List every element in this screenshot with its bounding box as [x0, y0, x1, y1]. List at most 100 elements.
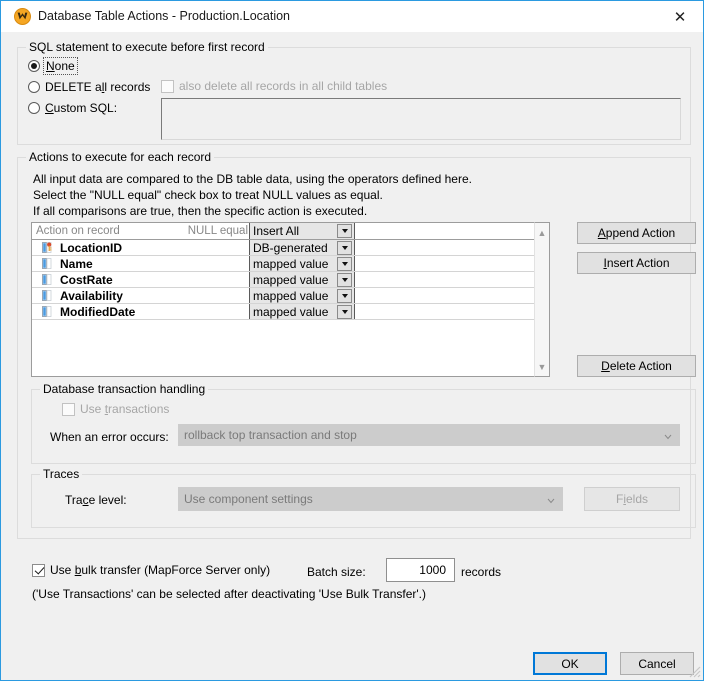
- traces-group: Traces Trace level: Use component settin…: [31, 467, 696, 528]
- title-bar: Database Table Actions - Production.Loca…: [1, 1, 703, 32]
- chevron-down-icon[interactable]: [337, 288, 352, 303]
- column-header-action-on-record[interactable]: Action on record: [32, 223, 160, 239]
- row-filler: [355, 272, 534, 287]
- delete-action-label: Delete Action: [601, 359, 672, 373]
- row-action-value: mapped value: [253, 288, 329, 303]
- error-handling-value: rollback top transaction and stop: [184, 428, 357, 442]
- actions-group-title: Actions to execute for each record: [26, 150, 215, 164]
- table-row[interactable]: Name mapped value: [32, 256, 534, 272]
- row-action-value: mapped value: [253, 272, 329, 287]
- row-column-name: Name: [60, 256, 93, 271]
- insert-action-button[interactable]: Insert Action: [577, 252, 696, 274]
- close-icon[interactable]: ✕: [663, 5, 697, 29]
- row-filler: [355, 256, 534, 271]
- trace-level-select[interactable]: Use component settings: [178, 487, 563, 511]
- error-handling-select[interactable]: rollback top transaction and stop: [178, 424, 680, 446]
- row-filler: [355, 240, 534, 255]
- window-title: Database Table Actions - Production.Loca…: [38, 9, 291, 23]
- chevron-down-icon[interactable]: [337, 272, 352, 287]
- scroll-down-icon[interactable]: ▼: [535, 359, 549, 374]
- batch-size-label: Batch size:: [307, 565, 366, 579]
- row-column-name-cell[interactable]: CostRate: [32, 272, 250, 287]
- row-action-select[interactable]: mapped value: [250, 288, 355, 303]
- row-filler: [355, 288, 534, 303]
- resize-grip-icon[interactable]: [689, 666, 701, 678]
- radio-none-label: None: [43, 57, 78, 75]
- radio-delete-all-records-label: DELETE all records: [45, 80, 151, 94]
- row-column-name-cell[interactable]: Availability: [32, 288, 250, 303]
- radio-custom-sql-indicator: [28, 102, 40, 114]
- checkbox-use-bulk-transfer-indicator: [32, 563, 45, 577]
- table-row[interactable]: Availability mapped value: [32, 288, 534, 304]
- radio-none-indicator: [28, 60, 40, 72]
- chevron-down-icon[interactable]: [337, 304, 352, 319]
- radio-none[interactable]: None: [28, 57, 78, 75]
- checkbox-also-delete-child-tables-label: also delete all records in all child tab…: [179, 79, 388, 93]
- delete-action-button[interactable]: Delete Action: [577, 355, 696, 377]
- actions-grid-header: Action on record NULL equal Insert All: [32, 223, 534, 240]
- trace-level-value: Use component settings: [184, 492, 313, 506]
- records-label: records: [461, 565, 502, 579]
- checkbox-use-bulk-transfer[interactable]: Use bulk transfer (MapForce Server only): [32, 563, 270, 577]
- actions-desc-line-1: All input data are compared to the DB ta…: [33, 172, 472, 186]
- checkbox-use-transactions-label: Use transactions: [80, 402, 170, 416]
- row-column-name: Availability: [60, 288, 123, 303]
- chevron-down-icon[interactable]: [337, 224, 352, 238]
- cancel-label: Cancel: [638, 656, 676, 671]
- actions-desc-line-3: If all comparisons are true, then the sp…: [33, 204, 368, 218]
- radio-custom-sql[interactable]: Custom SQL:: [28, 101, 117, 115]
- global-action-select-value: Insert All: [253, 224, 300, 238]
- global-action-select[interactable]: Insert All: [250, 223, 355, 239]
- actions-grid[interactable]: Action on record NULL equal Insert All L…: [31, 222, 534, 377]
- column-header-null-equal[interactable]: NULL equal: [160, 223, 250, 239]
- checkbox-also-delete-child-tables[interactable]: also delete all records in all child tab…: [161, 79, 387, 93]
- sql-statement-group: SQL statement to execute before first re…: [17, 40, 691, 145]
- batch-size-input[interactable]: 1000: [386, 558, 455, 582]
- row-column-name: CostRate: [60, 272, 113, 287]
- row-action-select[interactable]: mapped value: [250, 272, 355, 287]
- column-icon: [42, 290, 52, 301]
- insert-action-label: Insert Action: [603, 256, 670, 270]
- error-occurs-label: When an error occurs:: [50, 430, 169, 444]
- actions-grid-scrollbar[interactable]: ▲ ▼: [534, 222, 550, 377]
- row-action-value: DB-generated: [253, 240, 328, 255]
- row-column-name-cell[interactable]: LocationID: [32, 240, 250, 255]
- row-action-select[interactable]: DB-generated: [250, 240, 355, 255]
- chevron-down-icon[interactable]: [337, 256, 352, 271]
- batch-size-value: 1000: [419, 563, 446, 577]
- row-column-name: ModifiedDate: [60, 304, 136, 319]
- checkbox-use-bulk-transfer-label: Use bulk transfer (MapForce Server only): [50, 563, 271, 577]
- chevron-down-icon[interactable]: [337, 240, 352, 255]
- bulk-transfer-note: ('Use Transactions' can be selected afte…: [32, 587, 427, 601]
- ok-button[interactable]: OK: [533, 652, 607, 675]
- cancel-button[interactable]: Cancel: [620, 652, 694, 675]
- primary-key-column-icon: [42, 242, 52, 253]
- row-column-name: LocationID: [60, 240, 122, 255]
- fields-button[interactable]: Fields: [584, 487, 680, 511]
- row-action-value: mapped value: [253, 304, 329, 319]
- row-action-select[interactable]: mapped value: [250, 304, 355, 319]
- append-action-label: Append Action: [597, 226, 676, 240]
- mapforce-icon: [14, 8, 31, 25]
- append-action-button[interactable]: Append Action: [577, 222, 696, 244]
- chevron-down-icon: [547, 498, 555, 504]
- table-row[interactable]: CostRate mapped value: [32, 272, 534, 288]
- checkbox-use-transactions-indicator: [62, 402, 75, 416]
- database-table-actions-dialog: Database Table Actions - Production.Loca…: [0, 0, 704, 681]
- row-action-select[interactable]: mapped value: [250, 256, 355, 271]
- column-header-filler: [355, 223, 534, 239]
- row-action-value: mapped value: [253, 256, 329, 271]
- table-row[interactable]: LocationID DB-generated: [32, 240, 534, 256]
- scroll-up-icon[interactable]: ▲: [535, 225, 549, 240]
- fields-label: Fields: [615, 492, 649, 506]
- radio-delete-all-records[interactable]: DELETE all records: [28, 80, 150, 94]
- column-icon: [42, 306, 52, 317]
- table-row[interactable]: ModifiedDate mapped value: [32, 304, 534, 320]
- checkbox-also-delete-child-tables-indicator: [161, 79, 174, 93]
- column-icon: [42, 274, 52, 285]
- checkbox-use-transactions[interactable]: Use transactions: [62, 402, 169, 416]
- row-column-name-cell[interactable]: Name: [32, 256, 250, 271]
- row-column-name-cell[interactable]: ModifiedDate: [32, 304, 250, 319]
- custom-sql-textarea[interactable]: [161, 98, 681, 140]
- transaction-handling-group: Database transaction handling Use transa…: [31, 382, 696, 464]
